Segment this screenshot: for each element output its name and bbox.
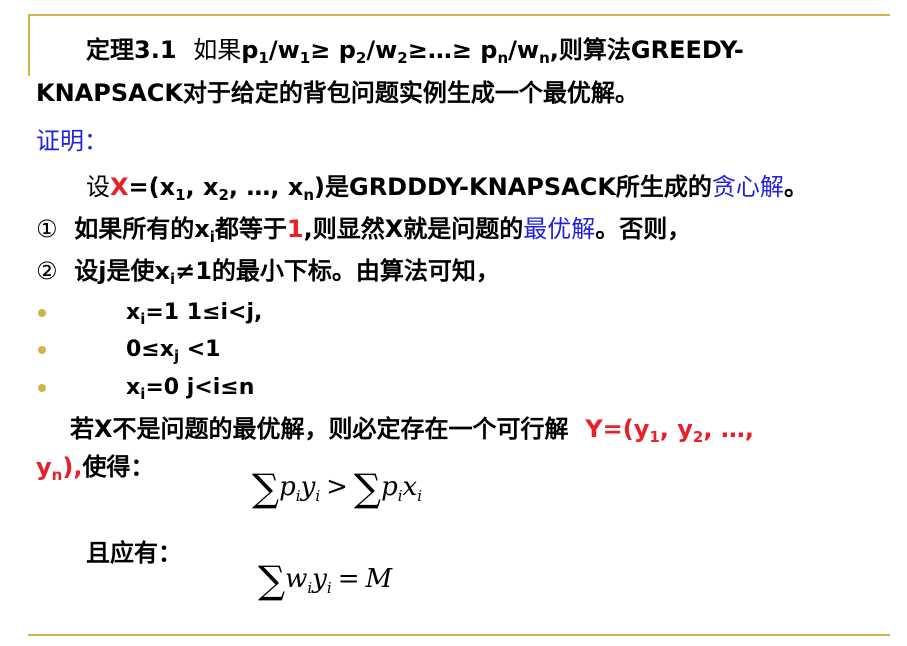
bullet-dot: [38, 384, 46, 392]
formula-inequality: ∑piyi > ∑pixi: [252, 466, 423, 510]
suppose-line-2: yn),使得：: [36, 453, 155, 484]
theorem-label: 定理3.1: [86, 36, 177, 64]
case-2-line: ② 设j是使xi≠1的最小下标。由算法可知，: [36, 257, 500, 288]
optimal-solution-term: 最优解: [523, 215, 596, 243]
formula-equality: ∑wiyi = M: [258, 558, 393, 602]
proof-label: 证明：: [36, 127, 108, 155]
bullet-item-2: 0≤xj <1: [126, 337, 221, 365]
bullet-item-1: xi=1 1≤i<j,: [126, 300, 263, 328]
bullet-dot: [38, 309, 46, 317]
top-rule: [28, 14, 890, 16]
case-1-line: ① 如果所有的xi都等于1,则显然X就是问题的最优解。否则，: [36, 215, 692, 246]
left-rule: [28, 14, 30, 76]
bullet-dot: [38, 346, 46, 354]
theorem-line-2: KNAPSACK对于给定的背包问题实例生成一个最优解。: [36, 79, 639, 107]
suppose-line-1: 若X不是问题的最优解，则必定存在一个可行解 Y=(y1, y2, …,: [70, 415, 754, 446]
theorem-line-1: 定理3.1 如果p1/w1≥ p2/w2≥…≥ pn/wn,则算法GREEDY-: [86, 36, 744, 67]
bullet-item-3: xi=0 j<i≤n: [126, 375, 255, 403]
bottom-rule: [28, 634, 890, 636]
also-line: 且应有：: [86, 539, 182, 567]
assume-line: 设X=(x1, x2, …, xn)是GRDDDY-KNAPSACK所生成的贪心…: [86, 173, 808, 204]
greedy-solution-term: 贪心解: [711, 173, 784, 201]
